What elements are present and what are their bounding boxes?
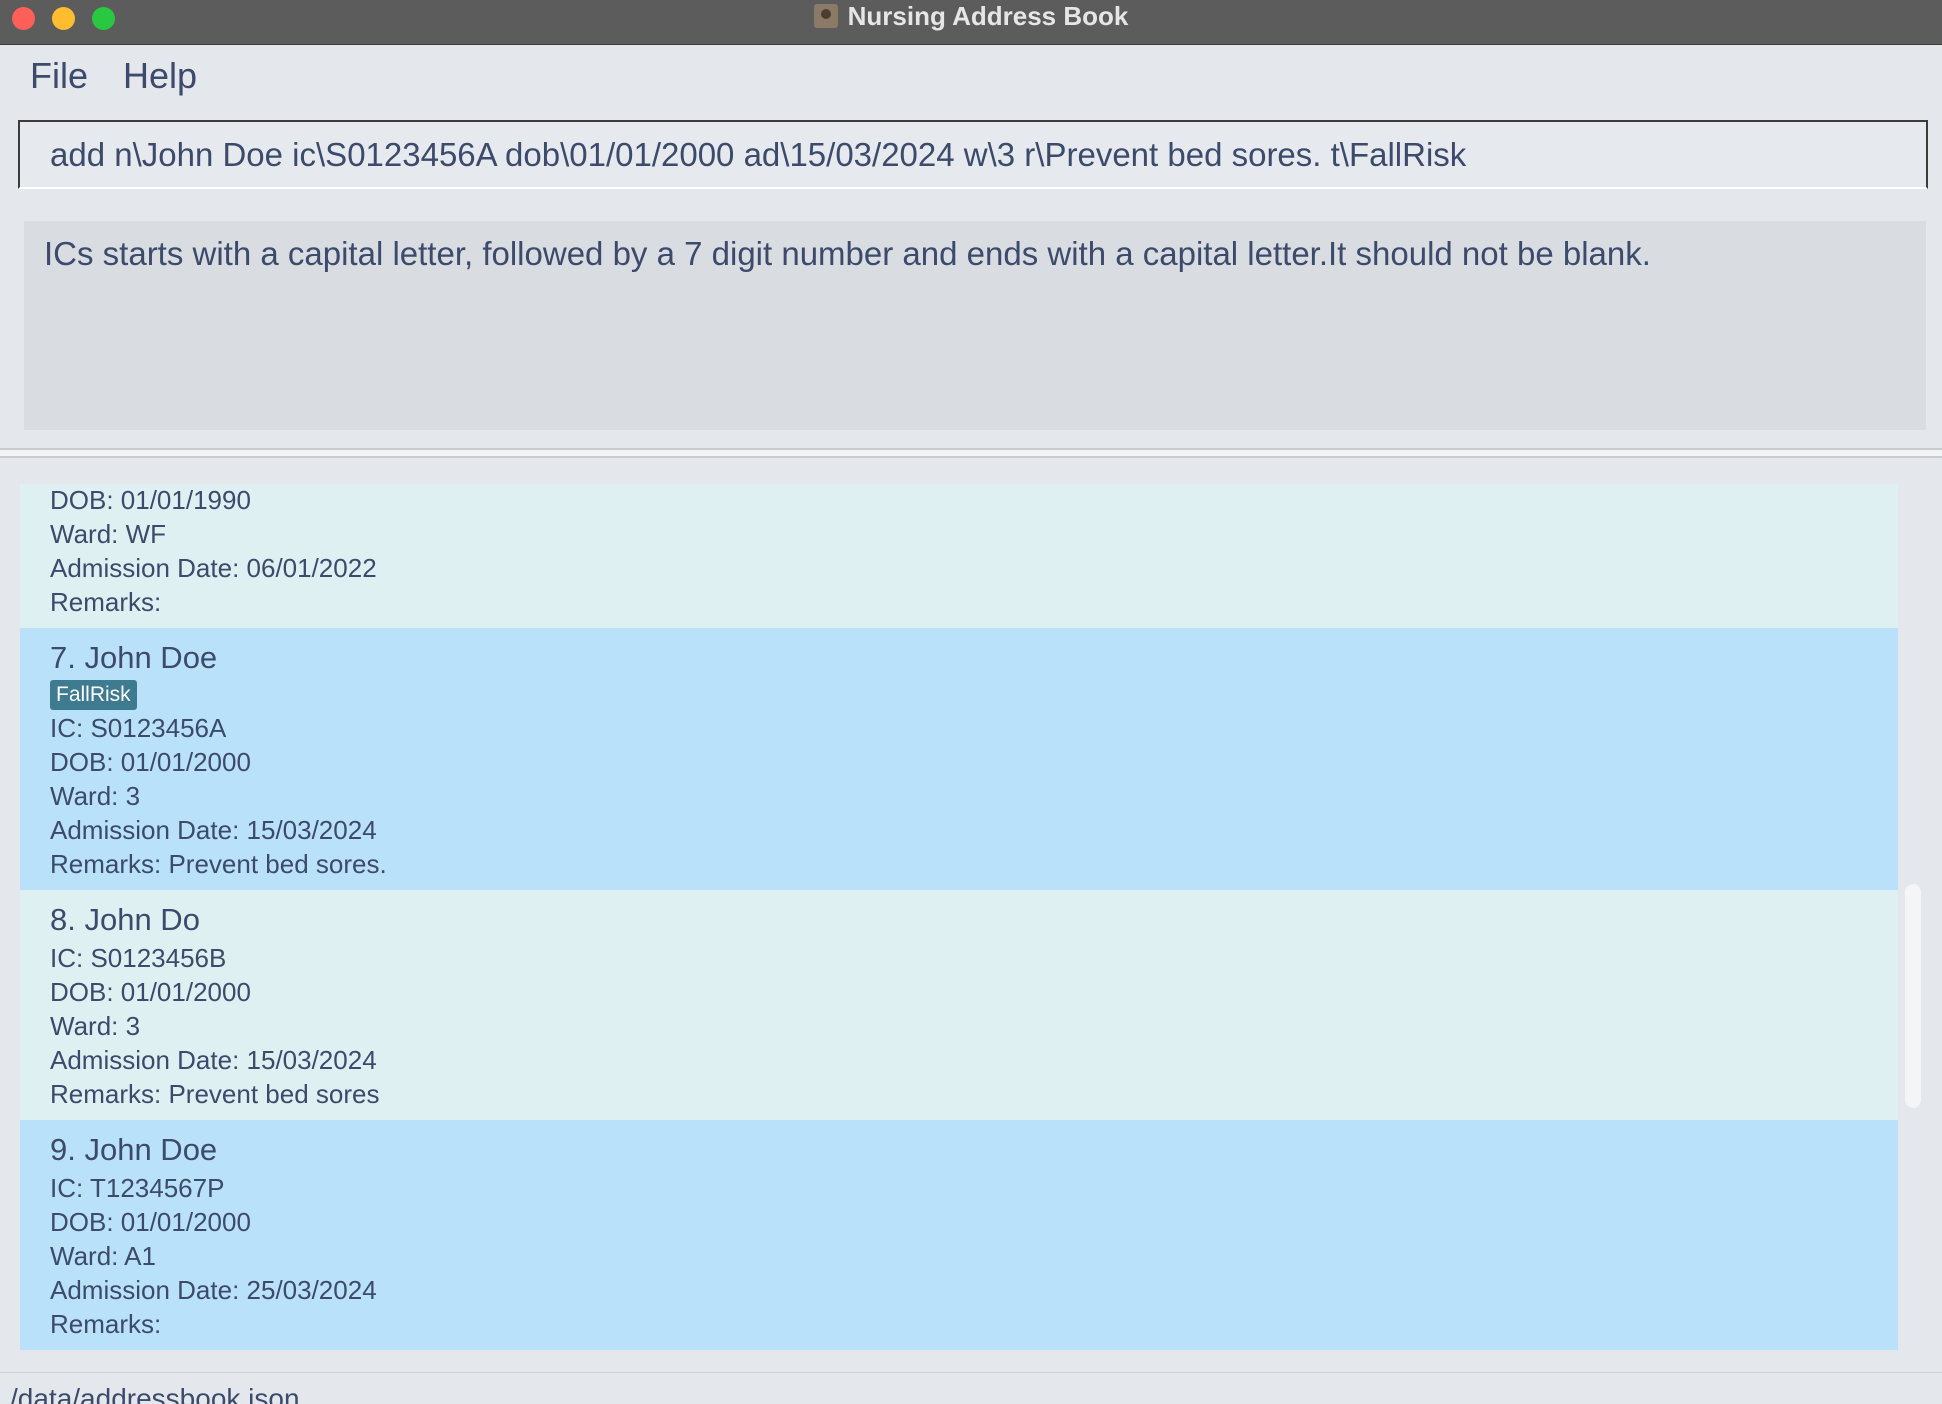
patient-admission-date: Admission Date: 06/01/2022 [50,553,377,583]
patient-card[interactable]: 9. John Doe IC: T1234567P DOB: 01/01/200… [20,1120,1898,1350]
menu-bar: File Help [0,45,1942,117]
patient-admission-date: Admission Date: 15/03/2024 [50,815,377,845]
patient-ward: Ward: 3 [50,781,141,811]
patient-ic: IC: S0123456B [50,943,227,973]
patient-remarks: Remarks: [50,587,162,617]
patient-card[interactable]: 8. John Do IC: S0123456B DOB: 01/01/2000… [20,890,1898,1120]
patient-admission-date: Admission Date: 15/03/2024 [50,1045,377,1075]
patient-dob: DOB: 01/01/2000 [50,747,251,777]
patient-admission-date: Admission Date: 25/03/2024 [50,1275,377,1305]
app-window: Nursing Address Book File Help add n\Joh… [0,0,1942,1404]
patient-remarks: Remarks: Prevent bed sores [50,1079,380,1109]
patient-dob: DOB: 01/01/1990 [50,485,251,515]
patient-dob: DOB: 01/01/2000 [50,1207,251,1237]
command-input[interactable]: add n\John Doe ic\S0123456A dob\01/01/20… [50,136,1900,174]
title-bar: Nursing Address Book [0,0,1942,45]
patient-card[interactable]: DOB: 01/01/1990 Ward: WF Admission Date:… [20,484,1898,628]
patient-remarks: Remarks: Prevent bed sores. [50,849,387,879]
patient-ward: Ward: WF [50,519,167,549]
patient-name: 7. John Doe [50,640,218,675]
command-box[interactable]: add n\John Doe ic\S0123456A dob\01/01/20… [18,120,1928,189]
address-book-icon [813,4,838,28]
patient-ic: IC: S0123456A [50,713,227,743]
patient-ward: Ward: A1 [50,1241,156,1271]
patient-card-selected[interactable]: 7. John Doe FallRisk IC: S0123456A DOB: … [20,628,1898,890]
patient-tag: FallRisk [50,680,137,710]
menu-file[interactable]: File [30,55,88,97]
result-display: ICs starts with a capital letter, follow… [24,221,1926,430]
window-title: Nursing Address Book [847,0,1129,31]
patient-ic: IC: T1234567P [50,1173,225,1203]
patient-list[interactable]: DOB: 01/01/1990 Ward: WF Admission Date:… [20,484,1898,1350]
patient-ward: Ward: 3 [50,1011,141,1041]
patient-dob: DOB: 01/01/2000 [50,977,251,1007]
patient-name: 8. John Do [50,902,200,937]
save-file-path: /data/addressbook.json [10,1383,300,1404]
menu-help[interactable]: Help [123,55,197,97]
panel-divider[interactable] [0,448,1942,458]
status-bar: /data/addressbook.json [0,1372,1942,1404]
patient-remarks: Remarks: [50,1309,162,1339]
list-scrollbar[interactable] [1905,884,1921,1108]
patient-name: 9. John Doe [50,1132,218,1167]
result-message: ICs starts with a capital letter, follow… [44,235,1651,272]
